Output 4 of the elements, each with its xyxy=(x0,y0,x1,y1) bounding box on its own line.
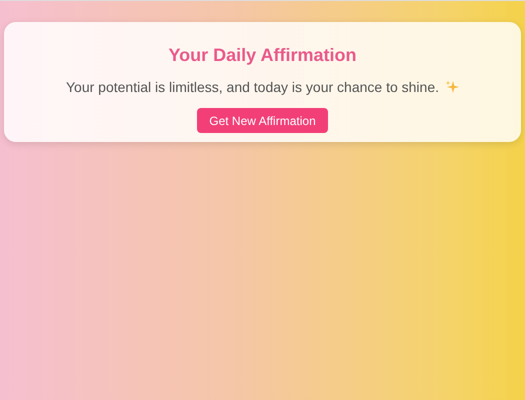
sparkle-icon xyxy=(445,80,460,94)
card-title: Your Daily Affirmation xyxy=(168,44,356,66)
new-affirmation-button[interactable]: Get New Affirmation xyxy=(197,108,328,133)
affirmation-text: Your potential is limitless, and today is your chance to shine. xyxy=(66,78,440,96)
